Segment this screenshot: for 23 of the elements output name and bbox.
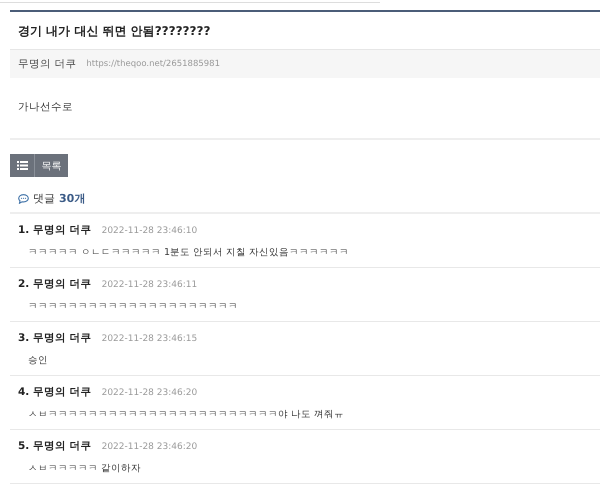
comments-label: 댓글 — [33, 191, 55, 206]
comment-author: 3. 무명의 더쿠 — [18, 331, 92, 345]
comment-author: 1. 무명의 더쿠 — [18, 223, 92, 237]
comment-text: 승인 — [28, 354, 49, 367]
comment-author: 4. 무명의 더쿠 — [18, 385, 92, 399]
comment-text: ㅋㅋㅋㅋㅋㅋㅋㅋㅋㅋㅋㅋㅋㅋㅋㅋㅋㅋㅋㅋㅋ — [28, 300, 239, 313]
comment-time: 2022-11-28 23:46:11 — [102, 280, 198, 290]
comment-count: 30개 — [59, 191, 86, 206]
comment-text: ㅅㅂㅋㅋㅋㅋㅋㅋㅋㅋㅋㅋㅋㅋㅋㅋㅋㅋㅋㅋㅋㅋㅋㅋㅋ야 나도 껴줘ㅠ — [28, 408, 346, 421]
comment-time: 2022-11-28 23:46:20 — [102, 442, 198, 452]
list-button[interactable]: 목록 — [10, 154, 68, 177]
comment-author: 2. 무명의 더쿠 — [18, 277, 92, 291]
speech-bubble-icon — [18, 194, 29, 204]
comment-time: 2022-11-28 23:46:10 — [102, 226, 198, 236]
comment-text: ㅋㅋㅋㅋㅋ ㅇㄴㄷㅋㅋㅋㅋㅋ 1분도 안되서 지칠 자신있음ㅋㅋㅋㅋㅋㅋ — [28, 246, 350, 259]
list-icon — [16, 161, 28, 170]
comment-author: 5. 무명의 더쿠 — [18, 439, 92, 453]
comment-time: 2022-11-28 23:46:20 — [102, 388, 198, 398]
comment-time: 2022-11-28 23:46:15 — [102, 334, 198, 344]
post-url[interactable]: https://theqoo.net/2651885981 — [86, 59, 220, 69]
comment-text: ㅅㅂㅋㅋㅋㅋㅋ 같이하자 — [28, 462, 142, 475]
post-body: 가나선수로 — [10, 78, 600, 140]
author-name: 무명의 더쿠 — [18, 57, 76, 71]
